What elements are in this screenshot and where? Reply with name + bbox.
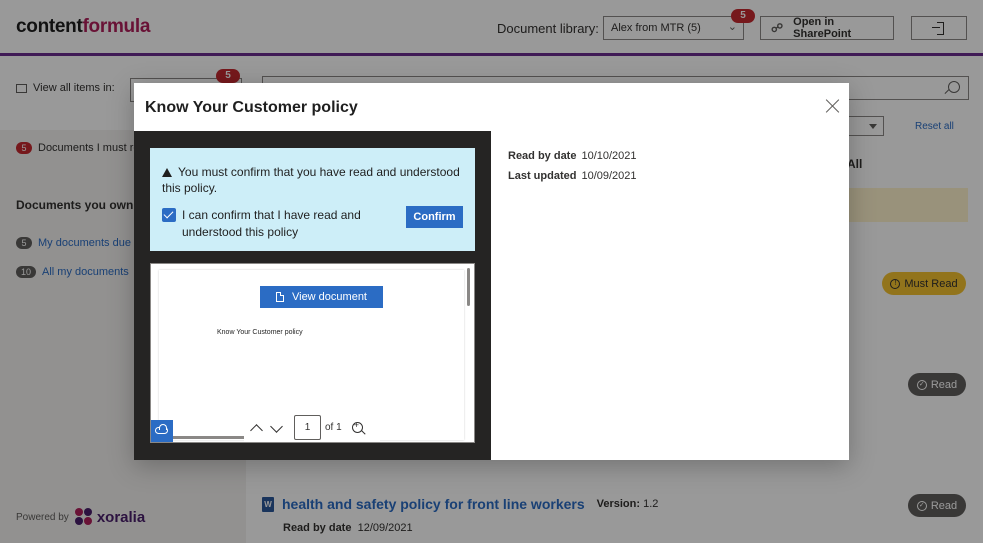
read-by-row: Read by date 10/10/2021 [508,150,637,162]
warning-message: You must confirm that you have read and … [162,164,462,196]
view-document-button[interactable]: View document [260,286,383,308]
policy-modal: Know Your Customer policy You must confi… [134,83,849,460]
warning-icon [162,168,172,177]
close-icon[interactable] [826,99,840,113]
chevron-down-icon[interactable] [270,422,282,434]
confirm-checkbox[interactable] [162,208,176,222]
read-by-label: Read by date [508,150,577,162]
read-by-value: 10/10/2021 [581,150,637,162]
page-number-input[interactable]: 1 [294,415,321,440]
zoom-in-icon[interactable] [351,420,363,433]
modal-header: Know Your Customer policy [134,83,849,131]
view-document-label: View document [291,291,367,303]
vertical-scrollbar[interactable] [467,268,470,306]
cloud-button[interactable] [151,420,173,442]
chevron-up-icon[interactable] [250,422,262,434]
horizontal-scrollbar[interactable] [173,436,244,439]
warning-text: You must confirm that you have read and … [162,165,460,195]
page-of-label: of 1 [325,422,342,433]
confirm-panel: You must confirm that you have read and … [150,148,475,251]
last-updated-value: 10/09/2021 [581,170,637,182]
document-viewer: View document Know Your Customer policy … [150,263,475,443]
modal-left-pane: You must confirm that you have read and … [134,131,491,460]
confirm-button[interactable]: Confirm [406,206,463,228]
last-updated-label: Last updated [508,170,577,182]
modal-details: Read by date 10/10/2021 Last updated 10/… [508,150,637,190]
preview-text: Know Your Customer policy [217,329,303,336]
modal-title: Know Your Customer policy [145,99,358,116]
cloud-icon [155,424,168,434]
document-icon [275,292,284,302]
last-updated-row: Last updated 10/09/2021 [508,170,637,182]
pager: 1 of 1 [244,413,380,442]
confirm-checkbox-label: I can confirm that I have read and under… [182,208,361,239]
